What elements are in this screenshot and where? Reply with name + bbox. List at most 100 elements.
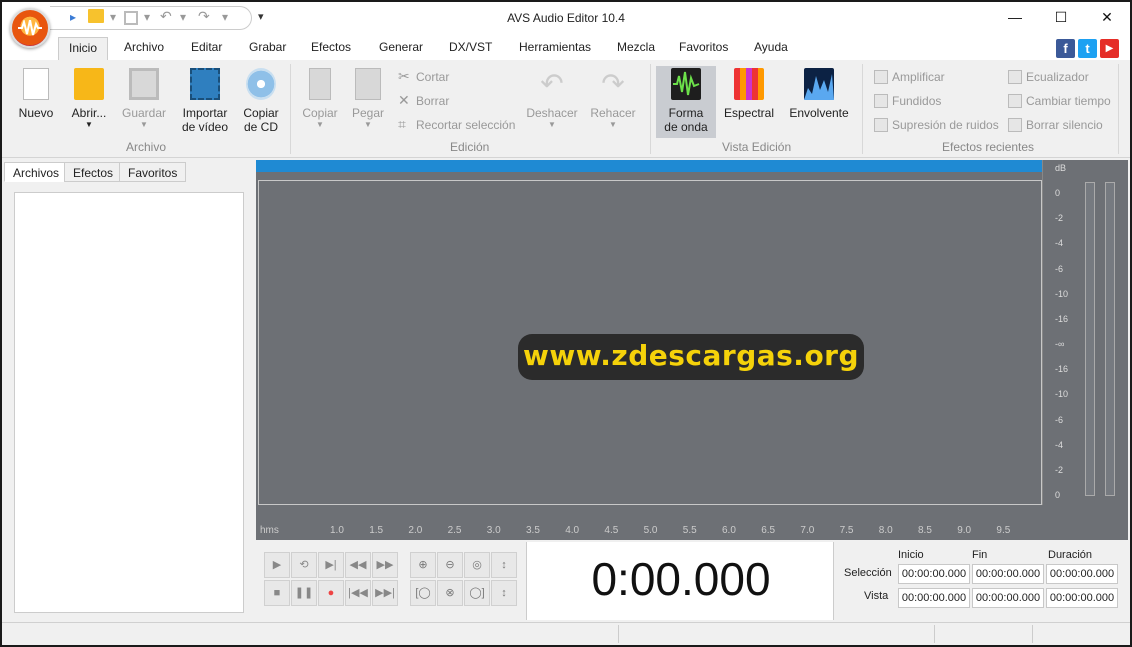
pause-icon[interactable]: ❚❚ [291,580,317,606]
stop-icon[interactable]: ■ [264,580,290,606]
status-divider [618,625,619,643]
time-ruler[interactable]: hms 1.0 1.5 2.0 2.5 3.0 3.5 4.0 4.5 5.0 5.5 6.0 6.5… [256,505,1042,540]
noise-reduction-button[interactable]: Supresión de ruidos [874,118,999,132]
tab-dxvst[interactable]: DX/VST [449,40,492,54]
delete-silence-button[interactable]: Borrar silencio [1008,118,1103,132]
rewind-icon[interactable]: ◀◀ [345,552,371,578]
file-list[interactable] [14,192,244,613]
minimize-button[interactable]: — [992,2,1038,32]
copy-cd-button[interactable]: Copiar de CD [238,68,284,134]
ruler-tick-label: 8.0 [878,525,893,536]
import-video-button[interactable]: Importar de vídeo [178,68,232,134]
tab-inicio[interactable]: Inicio [58,37,109,61]
ruler-tick-label: 1.5 [369,525,384,536]
cut-button[interactable]: ✂ Cortar [398,68,449,84]
play-icon[interactable]: ▶ [264,552,290,578]
go-to-start-icon[interactable]: |◀◀ [345,580,371,606]
db-scale-label: -6 [1055,263,1064,274]
zoom-all-icon[interactable]: ⊗ [437,580,463,606]
ruler-tick-label: 7.0 [800,525,815,536]
trim-selection-button[interactable]: ⌗ Recortar selección [398,116,515,132]
overview-scrollbar[interactable] [256,160,1042,172]
save-button-label: Guardar [121,106,167,120]
close-button[interactable]: ✕ [1084,2,1130,32]
ruler-tick-label: 5.5 [682,525,697,536]
save-button[interactable]: Guardar ▼ [120,68,168,129]
ribbon-separator [862,64,863,154]
record-icon[interactable]: ● [318,580,344,606]
selection-start-field[interactable]: 00:00:00.000 [898,564,970,584]
new-document-icon [23,68,49,100]
tab-generar[interactable]: Generar [379,40,423,54]
equalizer-label: Ecualizador [1026,70,1089,84]
envelope-icon [804,68,834,100]
go-to-end-icon[interactable]: ▶▶| [372,580,398,606]
fast-forward-icon[interactable]: ▶▶ [372,552,398,578]
group-label-edicion: Edición [450,140,490,154]
tab-herramientas[interactable]: Herramientas [519,40,591,54]
tab-mezcla[interactable]: Mezcla [617,40,655,54]
tab-ayuda[interactable]: Ayuda [754,40,788,54]
ruler-tick-label: 4.0 [565,525,580,536]
selection-duration-field[interactable]: 00:00:00.000 [1046,564,1118,584]
zoom-in-icon[interactable]: ⊕ [410,552,436,578]
loop-icon[interactable]: ⟲ [291,552,317,578]
zoom-vertical-out-icon[interactable]: ↕ [491,580,517,606]
copy-button[interactable]: Copiar ▼ [300,68,340,129]
group-label-vista: Vista Edición [722,140,792,154]
tab-favoritos-panel[interactable]: Favoritos [119,162,187,182]
youtube-icon[interactable]: ▶ [1100,39,1119,58]
tab-grabar[interactable]: Grabar [249,40,286,54]
spectral-view-button[interactable]: Espectral [722,68,776,120]
envelope-view-button[interactable]: Envolvente [786,68,852,120]
noise-reduction-label: Supresión de ruidos [892,118,999,132]
app-logo-icon[interactable] [10,8,50,48]
twitter-icon[interactable]: t [1078,39,1097,58]
waveform-view-button[interactable]: Forma de onda [656,66,716,138]
equalizer-button[interactable]: Ecualizador [1008,70,1089,84]
view-end-field[interactable]: 00:00:00.000 [972,588,1044,608]
tab-efectos-panel[interactable]: Efectos [64,162,123,182]
paste-button[interactable]: Pegar ▼ [348,68,388,129]
ruler-tick-label: 6.5 [761,525,776,536]
paste-button-label: Pegar [351,106,385,120]
copy-cd-label-1: Copiar [243,106,279,120]
play-to-end-icon[interactable]: ▶| [318,552,344,578]
open-folder-icon [74,68,104,100]
view-duration-field[interactable]: 00:00:00.000 [1046,588,1118,608]
spectral-icon [734,68,764,100]
zoom-vertical-in-icon[interactable]: ↕ [491,552,517,578]
db-scale-label: -∞ [1055,339,1065,349]
ruler-tick-label: 3.5 [526,525,540,536]
change-tempo-button[interactable]: Cambiar tiempo [1008,94,1111,108]
view-start-field[interactable]: 00:00:00.000 [898,588,970,608]
redo-button-label: Rehacer [590,106,636,120]
fades-button[interactable]: Fundidos [874,94,941,108]
tab-efectos[interactable]: Efectos [311,40,351,54]
new-button[interactable]: Nuevo [16,68,56,120]
tab-archivos[interactable]: Archivos [4,162,69,182]
tab-archivo[interactable]: Archivo [124,40,164,54]
undo-button[interactable]: ↶ Deshacer ▼ [524,68,580,129]
zoom-out-icon[interactable]: ⊖ [437,552,463,578]
zoom-right-icon[interactable]: ◯] [464,580,490,606]
db-unit-label: dB [1055,163,1067,173]
fades-label: Fundidos [892,94,942,108]
facebook-icon[interactable]: f [1056,39,1075,58]
change-tempo-label: Cambiar tiempo [1026,94,1111,108]
selection-end-field[interactable]: 00:00:00.000 [972,564,1044,584]
amplify-button[interactable]: Amplificar [874,70,945,84]
zoom-selection-icon[interactable]: ◎ [464,552,490,578]
crop-icon: ⌗ [398,116,406,132]
tab-editar[interactable]: Editar [191,40,222,54]
delete-button[interactable]: ✕ Borrar [398,92,449,108]
transport-controls: ▶ ⟲ ▶| ◀◀ ▶▶ ■ ❚❚ ● |◀◀ ▶▶| ⊕ ⊖ ◎ ↕ [◯ ⊗… [256,542,526,620]
new-button-label: Nuevo [18,106,54,120]
tab-favoritos[interactable]: Favoritos [679,40,728,54]
open-button[interactable]: Abrir... ▼ [66,68,112,129]
redo-button[interactable]: ↷ Rehacer ▼ [588,68,638,129]
ribbon-separator [1118,64,1119,154]
maximize-button[interactable]: ☐ [1038,2,1084,32]
title-bar: ▸ ▾ ▾ ↶ ▾ ↷ ▾ ▾ AVS Audio Editor 10.4 — … [2,2,1130,36]
zoom-fit-icon[interactable]: [◯ [410,580,436,606]
